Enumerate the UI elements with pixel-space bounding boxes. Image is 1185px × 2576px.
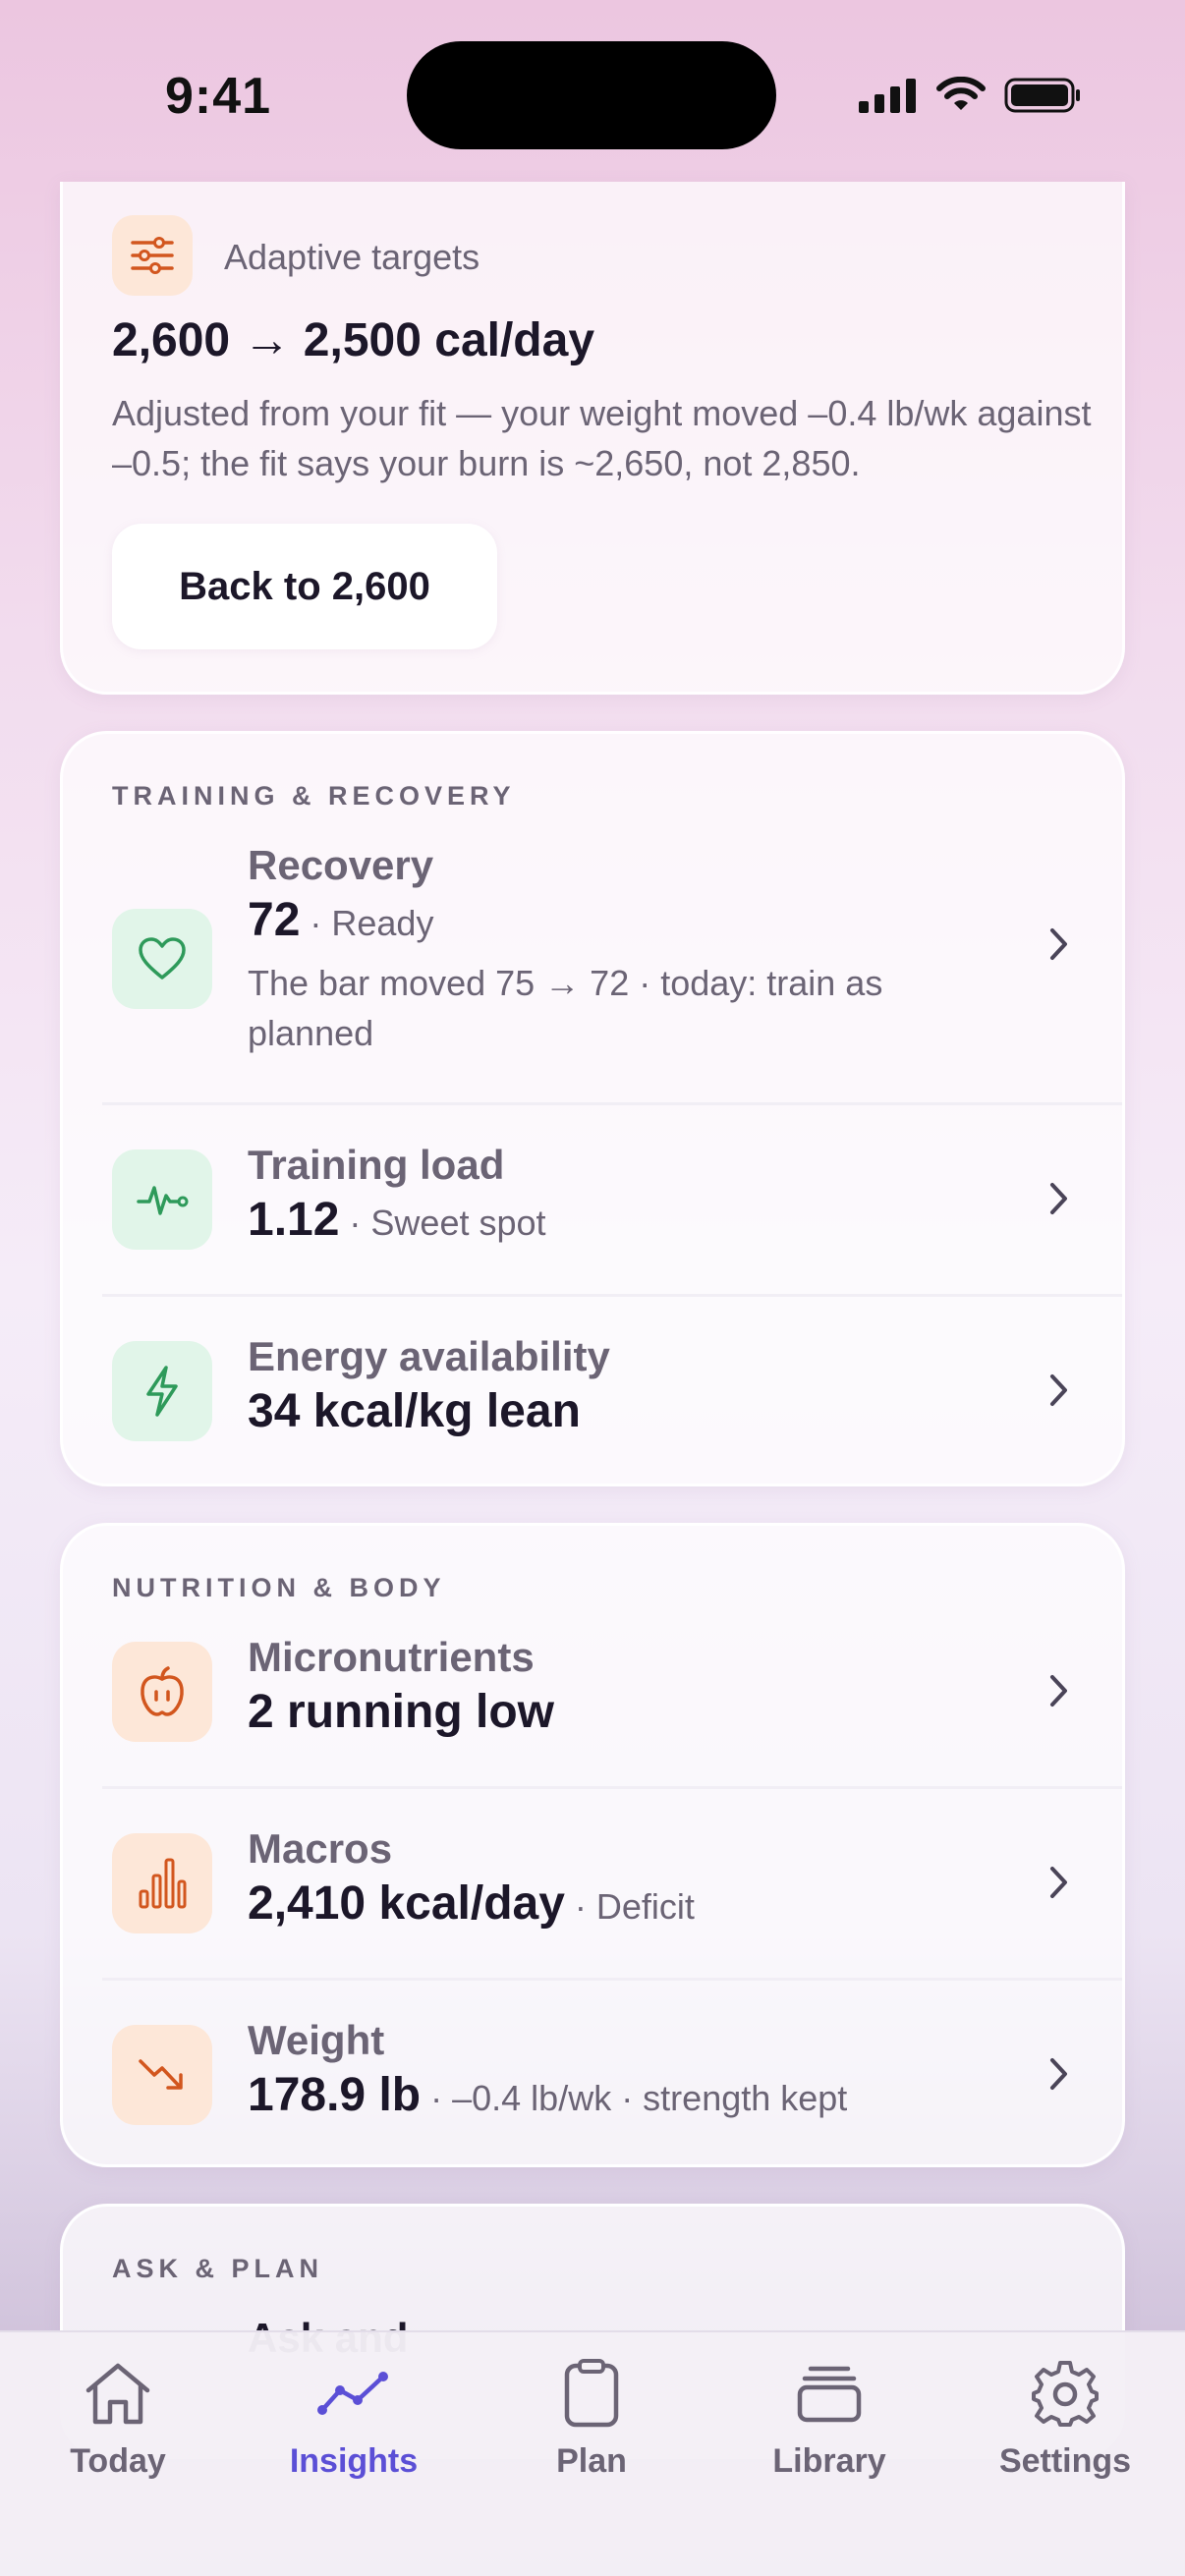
chevron-right-icon — [1050, 1675, 1067, 1707]
recovery-title: Recovery — [248, 842, 434, 888]
adaptive-targets-description: Adjusted from your fit — your weight mov… — [112, 393, 1092, 483]
dynamic-island — [407, 41, 776, 149]
weight-title: Weight — [248, 2017, 385, 2063]
training-load-row[interactable]: Training load 1.12 · Sweet spot — [63, 1142, 1122, 1289]
energy-availability-row[interactable]: Energy availability 34 kcal/kg lean — [63, 1333, 1122, 1481]
chevron-right-icon — [1050, 2058, 1067, 2090]
adaptive-targets-value: 2,600 → 2,500 cal/day — [112, 314, 595, 366]
cellular-signal-icon — [859, 79, 916, 113]
tab-label-plan: Plan — [556, 2442, 627, 2480]
chevron-right-icon — [1050, 1374, 1067, 1406]
bolt-icon — [112, 1341, 212, 1441]
macros-status: · Deficit — [564, 1886, 695, 1927]
macros-title: Macros — [248, 1825, 393, 1872]
energy-availability-title: Energy availability — [248, 1333, 610, 1379]
training-load-ratio: 1.12 — [248, 1194, 340, 1246]
status-time: 9:41 — [165, 68, 272, 125]
recovery-status: · Ready — [300, 903, 434, 943]
tab-library[interactable]: Library — [731, 2354, 928, 2501]
apple-icon — [112, 1642, 212, 1742]
training-load-status: · Sweet spot — [339, 1203, 546, 1243]
adaptive-targets-label: Adaptive targets — [224, 237, 480, 277]
chevron-right-icon — [1050, 928, 1067, 960]
tab-insights[interactable]: Insights — [255, 2354, 452, 2501]
recovery-value: 72 · Ready — [248, 893, 433, 947]
row-divider — [102, 1102, 1122, 1105]
recovery-score: 72 — [248, 894, 301, 946]
training-load-value: 1.12 · Sweet spot — [248, 1193, 546, 1247]
back-to-target-button[interactable]: Back to 2,600 — [112, 524, 497, 649]
row-divider — [102, 1978, 1122, 1981]
training-load-title: Training load — [248, 1142, 505, 1188]
tab-label-settings: Settings — [998, 2442, 1132, 2480]
pulse-icon — [112, 1149, 212, 1250]
heart-icon — [112, 909, 212, 1009]
tab-label-library: Library — [772, 2442, 886, 2480]
tab-plan[interactable]: Plan — [493, 2354, 690, 2501]
battery-icon — [1004, 78, 1080, 113]
recovery-description: The bar moved 75 → 72 · today: train as … — [248, 963, 883, 1053]
trend-icon — [314, 2354, 393, 2433]
recovery-row[interactable]: Recovery 72 · Ready The bar moved 75 → 7… — [63, 842, 1122, 1083]
micronutrients-value: 2 running low — [248, 1686, 554, 1738]
trend-down-icon — [112, 2025, 212, 2125]
micronutrients-row[interactable]: Micronutrients 2 running low — [63, 1634, 1122, 1781]
chevron-right-icon — [1050, 1183, 1067, 1214]
section-title-ask: ASK & PLAN — [112, 2254, 324, 2283]
micronutrients-title: Micronutrients — [248, 1634, 535, 1680]
weight-row[interactable]: Weight 178.9 lb · –0.4 lb/wk · strength … — [63, 2017, 1122, 2164]
sliders-icon — [112, 215, 193, 296]
wifi-icon — [936, 77, 986, 110]
macros-kcal: 2,410 kcal/day — [248, 1877, 565, 1930]
macros-value: 2,410 kcal/day · Deficit — [248, 1876, 695, 1931]
status-icons — [859, 71, 1083, 120]
adaptive-targets-card: Adaptive targets 2,600 → 2,500 cal/day A… — [60, 182, 1125, 695]
section-title-nutrition: NUTRITION & BODY — [112, 1573, 446, 1602]
section-title-training: TRAINING & RECOVERY — [112, 781, 516, 811]
weight-lb: 178.9 lb — [248, 2069, 422, 2121]
clipboard-icon — [552, 2354, 631, 2433]
tab-label-insights: Insights — [289, 2442, 419, 2480]
weight-trend: · –0.4 lb/wk · strength kept — [421, 2078, 848, 2118]
tab-today[interactable]: Today — [20, 2354, 216, 2501]
nutrition-body-card: NUTRITION & BODY Micronutrients 2 runnin… — [60, 1523, 1125, 2167]
training-recovery-card: TRAINING & RECOVERY Recovery 72 · Ready … — [60, 731, 1125, 1486]
macros-row[interactable]: Macros 2,410 kcal/day · Deficit — [63, 1825, 1122, 1973]
chevron-right-icon — [1050, 1867, 1067, 1898]
tab-label-today: Today — [70, 2442, 166, 2480]
status-bar: 9:41 — [0, 0, 1185, 187]
tab-settings[interactable]: Settings — [967, 2354, 1163, 2501]
house-icon — [79, 2354, 157, 2433]
row-divider — [102, 1294, 1122, 1297]
energy-availability-value: 34 kcal/kg lean — [248, 1385, 581, 1437]
bar-chart-icon — [112, 1833, 212, 1933]
row-divider — [102, 1786, 1122, 1789]
weight-value: 178.9 lb · –0.4 lb/wk · strength kept — [248, 2068, 847, 2122]
tab-bar: Today Insights Plan Library Settings — [0, 2330, 1185, 2576]
stack-icon — [790, 2354, 869, 2433]
gear-icon — [1026, 2354, 1104, 2433]
